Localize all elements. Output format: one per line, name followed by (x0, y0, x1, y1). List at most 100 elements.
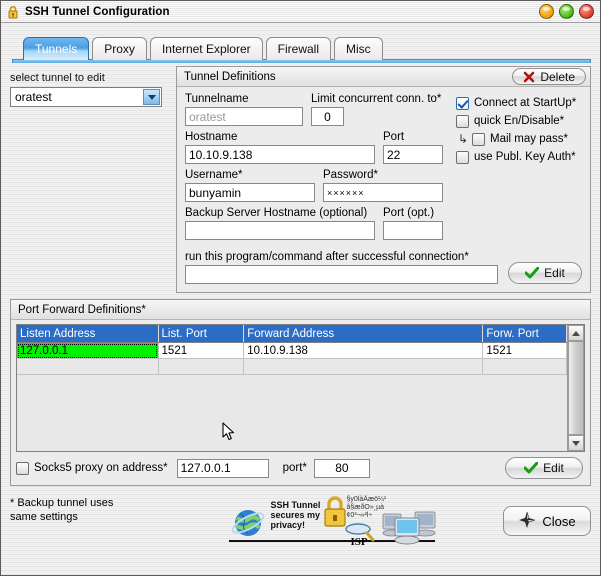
maximize-button[interactable] (559, 4, 574, 19)
table-row[interactable]: 127.0.0.1 1521 10.10.9.138 1521 (17, 342, 567, 359)
socks5-edit-button[interactable]: Edit (505, 457, 583, 479)
checkbox-connect-at-startup[interactable]: Connect at StartUp* (456, 94, 582, 112)
cell-forward-address[interactable]: 10.10.9.138 (243, 342, 484, 359)
username-input[interactable] (185, 183, 315, 202)
footer-note: * Backup tunnel uses same settings (10, 492, 160, 524)
sub-branch-arrow-icon: ↳ (458, 132, 469, 146)
tab-internet-explorer[interactable]: Internet Explorer (149, 37, 263, 60)
scroll-up-arrow-icon[interactable] (568, 325, 584, 341)
isp-label: ISP (350, 536, 368, 548)
table-header-row: Listen Address List. Port Forward Addres… (17, 325, 567, 343)
cell-listen-address[interactable]: 127.0.0.1 (17, 342, 159, 359)
run-command-edit-button[interactable]: Edit (508, 262, 582, 284)
backup-hostname-input[interactable] (185, 221, 375, 240)
delete-button[interactable]: Delete (512, 68, 586, 85)
tab-label: Internet Explorer (161, 42, 251, 56)
port-forward-table-scrollarea: Listen Address List. Port Forward Addres… (17, 325, 567, 451)
cell-forw-port[interactable]: 1521 (482, 342, 567, 359)
scrollbar-track[interactable] (568, 341, 584, 435)
tab-label: Firewall (277, 42, 319, 56)
run-command-label: run this program/command after successfu… (185, 251, 469, 263)
checkbox-icon[interactable] (472, 132, 485, 146)
cell-list-port[interactable] (158, 358, 245, 375)
promo-graphic: SSH Tunnel secures my privacy! §y0làÄæö¼… (160, 492, 503, 554)
cell-forward-address[interactable] (243, 358, 484, 375)
checkbox-use-public-key-auth[interactable]: use Publ. Key Auth* (456, 148, 582, 166)
tunnel-form-top: Tunnelname Limit concurrent conn. to* (185, 92, 582, 240)
tunnelname-input[interactable] (185, 107, 303, 126)
edit-button-label: Edit (543, 461, 564, 475)
port-input[interactable] (383, 145, 443, 164)
backup-hostname-label: Backup Server Hostname (optional) (185, 207, 368, 219)
run-command-input[interactable] (185, 265, 498, 284)
tunnelname-label: Tunnelname (185, 93, 249, 105)
checkbox-quick-endisable[interactable]: quick En/Disable* (456, 112, 582, 130)
port-forward-table: Listen Address List. Port Forward Addres… (17, 325, 567, 375)
hostname-input[interactable] (185, 145, 375, 164)
computers-icon (381, 508, 437, 551)
check-mark-icon (524, 462, 539, 474)
socks5-port-input[interactable] (313, 458, 370, 478)
promo-slogan-line1: SSH Tunnel (270, 500, 321, 510)
title-bar: SSH Tunnel Configuration (1, 1, 600, 23)
globe-icon (229, 504, 267, 545)
backup-port-input[interactable] (383, 221, 443, 240)
scrollbar-thumb[interactable] (568, 341, 584, 435)
column-header-forward-address[interactable]: Forward Address (243, 325, 484, 343)
window-title: SSH Tunnel Configuration (25, 5, 170, 18)
checkbox-label: quick En/Disable* (474, 115, 565, 127)
column-header-forw-port[interactable]: Forw. Port (482, 325, 567, 343)
socks5-address-input[interactable] (176, 458, 269, 478)
limit-conn-input[interactable] (311, 107, 344, 126)
table-vertical-scrollbar[interactable] (567, 325, 584, 451)
tab-proxy[interactable]: Proxy (92, 37, 147, 60)
checkbox-label: use Publ. Key Auth* (474, 151, 576, 163)
checkbox-icon[interactable] (456, 114, 469, 128)
column-header-list-port[interactable]: List. Port (158, 325, 245, 343)
cell-list-port[interactable]: 1521 (158, 342, 245, 359)
tunnel-definitions-title: Tunnel Definitions (184, 70, 276, 83)
minimize-button[interactable] (539, 4, 554, 19)
promo-slogan-line3: privacy! (270, 520, 306, 530)
port-forward-header: Port Forward Definitions* (11, 300, 590, 320)
footer: * Backup tunnel uses same settings SSH T… (1, 492, 600, 554)
cell-forw-port[interactable] (482, 358, 567, 375)
port-label: Port (383, 131, 405, 143)
password-input[interactable] (323, 183, 443, 202)
checkbox-icon[interactable] (456, 96, 469, 110)
column-header-listen-address[interactable]: Listen Address (17, 325, 159, 343)
delete-button-label: Delete (540, 69, 575, 84)
close-window-button[interactable] (579, 4, 594, 19)
hostname-label: Hostname (185, 131, 238, 143)
checkbox-label: Mail may pass* (490, 133, 568, 145)
tunnel-selector-combo[interactable]: oratest (10, 87, 162, 107)
check-mark-icon (525, 267, 540, 279)
close-compass-icon (518, 511, 536, 532)
checkbox-mail-may-pass[interactable]: ↳ Mail may pass* (456, 130, 582, 148)
close-button-label: Close (542, 513, 576, 529)
edit-button-label: Edit (544, 266, 565, 280)
tab-tunnels[interactable]: Tunnels (23, 37, 90, 60)
tab-misc[interactable]: Misc (334, 37, 383, 60)
scrambled-line1: §y0làÄæö¼¹ (346, 496, 387, 503)
table-row[interactable] (17, 358, 567, 375)
limit-conn-label: Limit concurrent conn. to* (311, 93, 442, 105)
close-button[interactable]: Close (503, 506, 591, 536)
socks5-proxy-row: Socks5 proxy on address* port* Edit (16, 457, 585, 479)
port-forward-definitions-group: Port Forward Definitions* Listen Address… (10, 299, 591, 486)
tab-label: Misc (346, 42, 371, 56)
scroll-down-arrow-icon[interactable] (568, 435, 584, 451)
checkbox-icon[interactable] (456, 150, 469, 164)
tab-firewall[interactable]: Firewall (265, 37, 331, 60)
port-forward-title: Port Forward Definitions* (18, 303, 146, 316)
socks5-label: Socks5 proxy on address* (34, 462, 168, 474)
tunnel-selector-value: oratest (15, 90, 52, 104)
promo-slogan: SSH Tunnel secures my privacy! (271, 500, 321, 530)
port-forward-table-container: Listen Address List. Port Forward Addres… (16, 324, 585, 452)
cell-listen-address[interactable] (17, 358, 159, 375)
tunnel-selector-section: select tunnel to edit oratest (10, 66, 176, 293)
tab-label: Tunnels (35, 42, 78, 56)
socks5-checkbox-icon[interactable] (16, 461, 29, 475)
footer-note-line2: same settings (10, 511, 78, 523)
chevron-down-icon[interactable] (143, 89, 160, 105)
